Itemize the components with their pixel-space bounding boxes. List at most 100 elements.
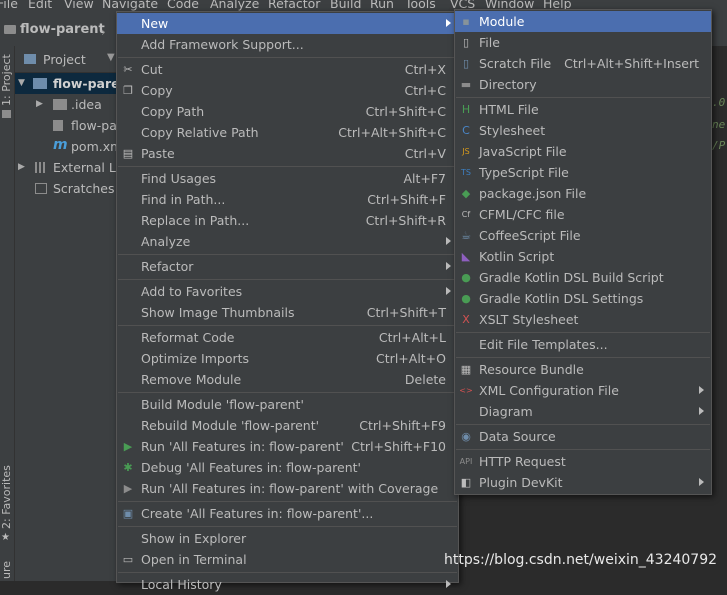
scratch-file-icon: ▯ xyxy=(462,57,470,70)
menu-item-label: HTML File xyxy=(479,102,539,117)
tree-item-idea[interactable]: ▶ .idea xyxy=(15,94,120,115)
chevron-down-icon[interactable]: ▼ xyxy=(107,52,115,63)
context_menu-item-find-usages[interactable]: Find Usages Alt+F7 xyxy=(117,168,458,189)
context_menu-item-rebuild-module-flow-parent[interactable]: Rebuild Module 'flow-parent' Ctrl+Shift+F… xyxy=(117,415,458,436)
project-view-selector[interactable]: Project xyxy=(43,52,86,67)
submenu-item-directory[interactable]: ▬ Directory xyxy=(455,74,711,95)
context_menu-item-analyze[interactable]: Analyze xyxy=(117,231,458,252)
tree-item-pom[interactable]: m pom.xm xyxy=(15,136,123,157)
submenu-item-stylesheet[interactable]: C Stylesheet xyxy=(455,120,711,141)
context_menu-item-reformat-code[interactable]: Reformat Code Ctrl+Alt+L xyxy=(117,327,458,348)
context_menu-item-open-in-terminal[interactable]: ▭ Open in Terminal xyxy=(117,549,458,570)
menu-separator xyxy=(456,357,710,358)
context_menu-item-add-framework-support[interactable]: Add Framework Support... xyxy=(117,34,458,55)
context_menu-item-copy-path[interactable]: Copy Path Ctrl+Shift+C xyxy=(117,101,458,122)
submenu-item-diagram[interactable]: Diagram xyxy=(455,401,711,422)
menu-item-label: Stylesheet xyxy=(479,123,546,138)
context_menu-item-show-in-explorer[interactable]: Show in Explorer xyxy=(117,528,458,549)
structure-tool-tab[interactable]: ure xyxy=(0,561,13,579)
context_menu-item-run-all-features-in-flow-parent[interactable]: ▶ Run 'All Features in: flow-parent' Ctrl+… xyxy=(117,436,458,457)
submenu-item-gradle-kotlin-dsl-build-script[interactable]: ● Gradle Kotlin DSL Build Script xyxy=(455,267,711,288)
menu-item-label: Directory xyxy=(479,77,537,92)
context_menu-item-find-in-path[interactable]: Find in Path... Ctrl+Shift+F xyxy=(117,189,458,210)
menu-separator xyxy=(118,325,457,326)
collapse-arrow-icon[interactable]: ▶ xyxy=(36,99,43,109)
submenu-item-html-file[interactable]: H HTML File xyxy=(455,99,711,120)
menu-item-label: Diagram xyxy=(479,404,533,419)
submenu-item-xml-configuration-file[interactable]: <> XML Configuration File xyxy=(455,380,711,401)
context_menu-item-add-to-favorites[interactable]: Add to Favorites xyxy=(117,281,458,302)
menu-item-label: JavaScript File xyxy=(479,144,567,159)
menu-item-shortcut: Ctrl+Shift+F xyxy=(367,192,446,207)
submenu-item-http-request[interactable]: API HTTP Request xyxy=(455,451,711,472)
menu-edit[interactable]: Edit xyxy=(28,0,52,11)
breadcrumb-project[interactable]: flow-parent xyxy=(20,22,105,37)
tree-item-label: flow-pa xyxy=(71,118,117,133)
context_menu-item-copy-relative-path[interactable]: Copy Relative Path Ctrl+Alt+Shift+C xyxy=(117,122,458,143)
context_menu-item-local-history[interactable]: Local History xyxy=(117,574,458,595)
menu-item-label: Replace in Path... xyxy=(141,213,250,228)
menu-refactor[interactable]: Refactor xyxy=(268,0,320,11)
submenu-item-kotlin-script[interactable]: ◣ Kotlin Script xyxy=(455,246,711,267)
submenu-item-plugin-devkit[interactable]: ◧ Plugin DevKit xyxy=(455,472,711,493)
submenu-item-data-source[interactable]: ◉ Data Source xyxy=(455,426,711,447)
expand-arrow-icon[interactable]: ▼ xyxy=(18,78,25,88)
project-tool-tab[interactable]: 1: Project xyxy=(0,54,13,106)
submenu-item-module[interactable]: ▪ Module xyxy=(455,11,711,32)
menu-navigate[interactable]: Navigate xyxy=(102,0,158,11)
context_menu-item-create-all-features-in-flow-parent[interactable]: ▣ Create 'All Features in: flow-parent'..… xyxy=(117,503,458,524)
collapse-arrow-icon[interactable]: ▶ xyxy=(18,162,25,172)
new-submenu: ▪ Module ▯ File ▯ Scratch File Ctrl+Alt+Shift+… xyxy=(454,9,712,495)
context_menu-item-cut[interactable]: ✂ Cut Ctrl+X xyxy=(117,59,458,80)
submenu-item-xslt-stylesheet[interactable]: X XSLT Stylesheet xyxy=(455,309,711,330)
context_menu-item-show-image-thumbnails[interactable]: Show Image Thumbnails Ctrl+Shift+T xyxy=(117,302,458,323)
submenu-item-typescript-file[interactable]: TS TypeScript File xyxy=(455,162,711,183)
submenu-item-gradle-kotlin-dsl-settings[interactable]: ● Gradle Kotlin DSL Settings xyxy=(455,288,711,309)
menu-item-label: Find Usages xyxy=(141,171,217,186)
tree-item-label: pom.xm xyxy=(71,139,123,154)
library-icon xyxy=(35,162,47,173)
submenu-item-file[interactable]: ▯ File xyxy=(455,32,711,53)
menu-item-label: TypeScript File xyxy=(479,165,569,180)
menu-item-label: Gradle Kotlin DSL Build Script xyxy=(479,270,664,285)
context_menu-item-replace-in-path[interactable]: Replace in Path... Ctrl+Shift+R xyxy=(117,210,458,231)
submenu-item-coffeescript-file[interactable]: ☕ CoffeeScript File xyxy=(455,225,711,246)
submenu-item-package-json-file[interactable]: ◆ package.json File xyxy=(455,183,711,204)
project-tree: ▼ flow-parent ▶ .idea flow-pa m pom.xm ▶… xyxy=(15,73,135,581)
menu-build[interactable]: Build xyxy=(330,0,361,11)
menu-analyze[interactable]: Analyze xyxy=(210,0,259,11)
context_menu-item-refactor[interactable]: Refactor xyxy=(117,256,458,277)
context_menu-item-remove-module[interactable]: Remove Module Delete xyxy=(117,369,458,390)
html-file-icon: H xyxy=(461,103,471,116)
left-tool-strip: 1: Project 2: Favorites ★ ure xyxy=(0,46,15,581)
context_menu-item-run-all-features-in-flow-parent-with-coverage[interactable]: ▶ Run 'All Features in: flow-parent' with… xyxy=(117,478,458,499)
tree-item-scratches[interactable]: Scratches a xyxy=(15,178,126,199)
context_menu-item-copy[interactable]: ❐ Copy Ctrl+C xyxy=(117,80,458,101)
menu-item-label: Show in Explorer xyxy=(141,531,247,546)
submenu-item-scratch-file[interactable]: ▯ Scratch File Ctrl+Alt+Shift+Insert xyxy=(455,53,711,74)
menu-file[interactable]: File xyxy=(0,0,18,11)
submenu-item-javascript-file[interactable]: JS JavaScript File xyxy=(455,141,711,162)
context_menu-item-paste[interactable]: ▤ Paste Ctrl+V xyxy=(117,143,458,164)
submenu-item-edit-file-templates[interactable]: Edit File Templates... xyxy=(455,334,711,355)
js-file-icon: JS xyxy=(462,147,470,156)
context_menu-item-optimize-imports[interactable]: Optimize Imports Ctrl+Alt+O xyxy=(117,348,458,369)
folder-icon xyxy=(4,25,16,34)
context_menu-item-new[interactable]: New xyxy=(117,13,458,34)
favorites-tool-tab[interactable]: 2: Favorites xyxy=(0,465,13,529)
context_menu-item-build-module-flow-parent[interactable]: Build Module 'flow-parent' xyxy=(117,394,458,415)
submenu-item-cfml-cfc-file[interactable]: Cf CFML/CFC file xyxy=(455,204,711,225)
editor-fragment: /P xyxy=(712,139,726,152)
menu-item-label: Run 'All Features in: flow-parent' xyxy=(141,439,344,454)
tree-item-flow-parent-iml[interactable]: flow-pa xyxy=(15,115,120,136)
menu-tools[interactable]: Tools xyxy=(405,0,436,11)
submenu-item-resource-bundle[interactable]: ▦ Resource Bundle xyxy=(455,359,711,380)
context_menu-item-debug-all-features-in-flow-parent[interactable]: ✱ Debug 'All Features in: flow-parent' xyxy=(117,457,458,478)
menu-item-shortcut: Ctrl+Shift+F10 xyxy=(351,439,446,454)
menu-item-label: Gradle Kotlin DSL Settings xyxy=(479,291,644,306)
tree-item-external-libraries[interactable]: ▶ External Lib xyxy=(15,157,127,178)
menu-run[interactable]: Run xyxy=(370,0,394,11)
menu-code[interactable]: Code xyxy=(167,0,199,11)
tree-item-flow-parent[interactable]: ▼ flow-parent xyxy=(15,73,135,94)
menu-view[interactable]: View xyxy=(64,0,94,11)
